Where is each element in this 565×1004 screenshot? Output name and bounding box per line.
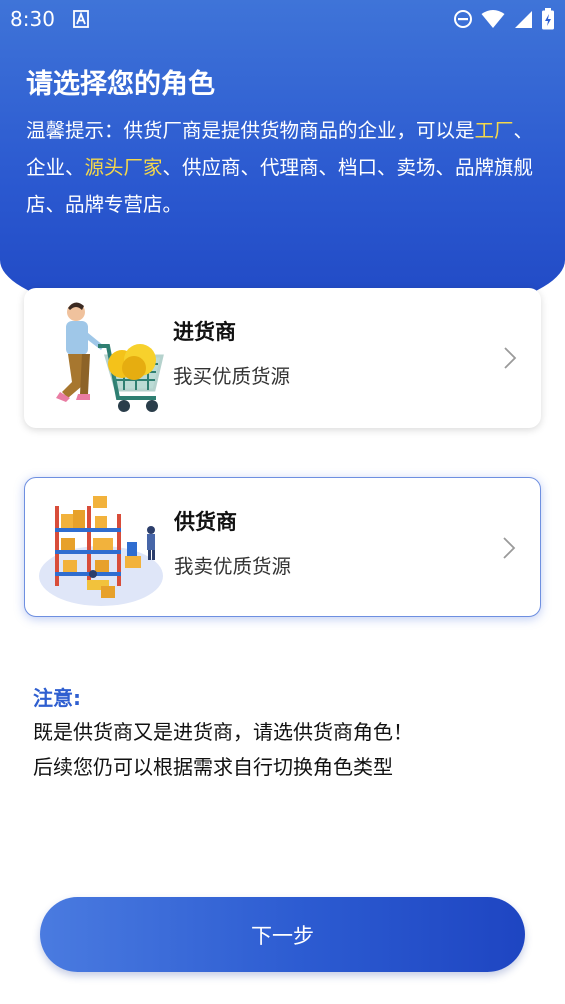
tip-text: 温馨提示：供货厂商是提供货物商品的企业，可以是工厂、企业、源头厂家、供应商、代理… [26, 112, 541, 223]
role-card-supplier[interactable]: 供货商 我卖优质货源 [24, 477, 541, 617]
role-subtitle-supplier: 我卖优质货源 [174, 555, 292, 578]
note-title: 注意: [33, 686, 81, 710]
wifi-icon [481, 10, 505, 28]
note-line-1: 既是供货商又是进货商，请选供货商角色！ [33, 720, 413, 744]
role-title-supplier: 供货商 [174, 510, 237, 534]
notification-a-icon [73, 10, 89, 28]
buyer-cart-illustration [56, 302, 164, 412]
tip-highlight-factory: 工厂 [474, 119, 514, 142]
role-card-buyer[interactable]: 进货商 我买优质货源 [24, 288, 541, 428]
signal-icon [515, 11, 532, 28]
tip-highlight-source-factory: 源头厂家 [84, 156, 163, 179]
chevron-right-icon [504, 347, 517, 369]
battery-icon [542, 8, 554, 30]
warehouse-illustration [39, 496, 163, 606]
chevron-right-icon [503, 537, 516, 559]
page-title: 请选择您的角色 [26, 69, 215, 100]
status-bar: 8:30 [0, 0, 565, 38]
tip-prefix: 温馨提示：供货厂商是提供货物商品的企业，可以是 [26, 119, 475, 142]
note-line-2: 后续您仍可以根据需求自行切换角色类型 [33, 755, 393, 779]
status-time: 8:30 [10, 7, 55, 31]
next-step-button[interactable]: 下一步 [40, 897, 525, 972]
role-title-buyer: 进货商 [173, 320, 236, 344]
role-subtitle-buyer: 我买优质货源 [173, 365, 291, 388]
dnd-icon [454, 10, 472, 28]
